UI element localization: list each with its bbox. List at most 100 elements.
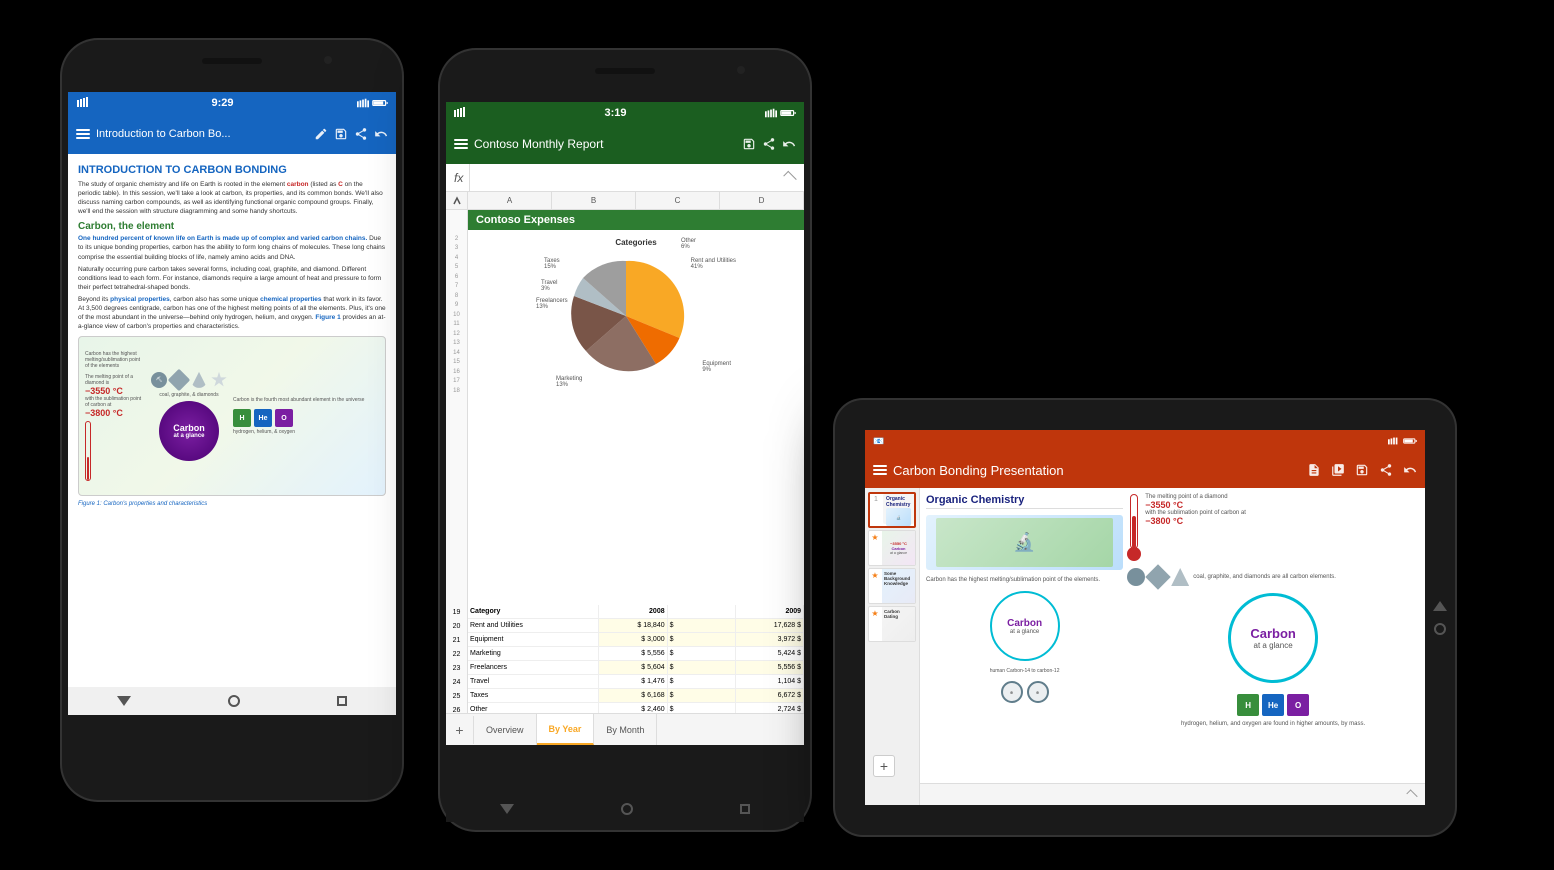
tab-by-month[interactable]: By Month bbox=[594, 714, 657, 745]
menu-icon-excel[interactable] bbox=[454, 139, 468, 149]
undo-icon-excel[interactable] bbox=[782, 137, 796, 151]
ppt-right-temp-section: The melting point of a diamond −3550 °C … bbox=[1127, 494, 1419, 561]
word-section1-para3: Beyond its physical properties, carbon a… bbox=[78, 295, 386, 331]
back-icon-excel[interactable] bbox=[500, 804, 514, 814]
ppt-temp2: −3800 °C bbox=[1145, 516, 1246, 526]
menu-icon[interactable] bbox=[76, 129, 90, 139]
undo-icon-ppt[interactable] bbox=[1403, 463, 1417, 477]
slide-thumb-4[interactable]: ★ Carbon Dating bbox=[868, 606, 916, 642]
slideshow-icon[interactable] bbox=[1331, 463, 1345, 477]
ppt-right-carbon-circle: Carbon at a glance bbox=[1127, 593, 1419, 683]
ppt-carbon-label: Carbon at a glance bbox=[1007, 618, 1042, 635]
status-bar-excel: 3:19 bbox=[446, 102, 804, 124]
graphite-icon bbox=[1145, 564, 1170, 589]
home-icon-excel[interactable] bbox=[621, 803, 633, 815]
freelancers-label: Freelancers13% bbox=[536, 298, 568, 310]
row-num-1 bbox=[446, 210, 468, 230]
excel-formula-bar: fx bbox=[446, 164, 804, 192]
ppt-carbon-text: Carbon bbox=[1007, 618, 1042, 629]
excel-row-24: 24 Travel $ 1,476 $ 1,104 $ bbox=[446, 675, 804, 689]
chart-title: Categories bbox=[536, 238, 736, 247]
ppt-temp1: −3550 °C bbox=[1145, 500, 1246, 510]
other-label: Other6% bbox=[681, 238, 696, 250]
taxes-label: Taxes15% bbox=[544, 258, 560, 270]
phone-word: 9:29 Introduction to Carbon Bo... bbox=[62, 40, 402, 800]
slide1-content: Organic Chemistry 🔬 bbox=[883, 494, 914, 524]
edit-icon[interactable] bbox=[314, 127, 328, 141]
recents-icon-excel[interactable] bbox=[740, 804, 750, 814]
ppt-temp-details: The melting point of a diamond −3550 °C … bbox=[1145, 494, 1246, 526]
row-num-header bbox=[446, 192, 468, 209]
excel-chart-row: 2 3 4 5 6 7 8 9 10 11 12 bbox=[446, 230, 804, 605]
status-left-excel bbox=[454, 107, 466, 119]
status-right-excel bbox=[765, 108, 796, 118]
element-o: O bbox=[275, 409, 293, 427]
ppt-slide-content: Organic Chemistry 🔬 Carbon has the highe… bbox=[920, 488, 1425, 783]
document-icon[interactable] bbox=[1307, 463, 1321, 477]
tab-by-year[interactable]: By Year bbox=[537, 714, 595, 745]
add-slide-button[interactable]: + bbox=[873, 755, 895, 777]
ppt-atom-diagrams: ⊕ ⊕ bbox=[926, 681, 1123, 703]
excel-row-20: 20 Rent and Utilities $ 18,840 $ 17,628 … bbox=[446, 619, 804, 633]
back-icon[interactable] bbox=[117, 696, 131, 706]
word-section1-title: Carbon, the element bbox=[78, 221, 386, 232]
ppt-element-footer: hydrogen, helium, and oxygen are found i… bbox=[1127, 721, 1419, 727]
share-icon[interactable] bbox=[354, 127, 368, 141]
save-icon[interactable] bbox=[334, 127, 348, 141]
excel-pie-chart-area: Categories Rent and Utilities41% Equipme… bbox=[468, 230, 804, 400]
status-bar-ppt: 📧 bbox=[865, 430, 1425, 452]
ppt-right-column: The melting point of a diamond −3550 °C … bbox=[1127, 494, 1419, 777]
ppt-left-column: Organic Chemistry 🔬 Carbon has the highe… bbox=[926, 494, 1123, 777]
undo-icon[interactable] bbox=[374, 127, 388, 141]
home-button-tablet[interactable] bbox=[1433, 601, 1447, 611]
slide-thumb-3[interactable]: ★ Some Background Knowledge bbox=[868, 568, 916, 604]
ppt-main-slide: Organic Chemistry 🔬 Carbon has the highe… bbox=[920, 488, 1425, 805]
share-icon-ppt[interactable] bbox=[1379, 463, 1393, 477]
ppt-screen: 📧 Carbon Bonding Presentation bbox=[865, 430, 1425, 805]
word-intro-para: The study of organic chemistry and life … bbox=[78, 180, 386, 216]
ppt-left-temp-text: Carbon has the highest melting/sublimati… bbox=[926, 577, 1123, 583]
word-figure-caption: Figure 1: Carbon's properties and charac… bbox=[78, 501, 386, 507]
slide-thumb-2[interactable]: ★ −3550 °C Carbon at a glance bbox=[868, 530, 916, 566]
save-icon-excel[interactable] bbox=[742, 137, 756, 151]
ppt-carbon-circle-container: Carbon at a glance bbox=[926, 591, 1123, 661]
ppt-carbon-subtext: at a glance bbox=[1007, 629, 1042, 635]
ppt-carbon-circle: Carbon at a glance bbox=[990, 591, 1060, 661]
add-sheet-button[interactable]: + bbox=[446, 716, 474, 744]
pie-chart-svg bbox=[566, 256, 686, 376]
excel-screen: 3:19 Contoso Monthly Report bbox=[446, 102, 804, 745]
tab-overview[interactable]: Overview bbox=[474, 714, 537, 745]
word-infographic: Carbon has the highest melting/sublimati… bbox=[78, 336, 386, 496]
phone-speaker-excel bbox=[595, 68, 655, 74]
row-numbers: 2 3 4 5 6 7 8 9 10 11 12 bbox=[446, 230, 468, 605]
rent-label: Rent and Utilities41% bbox=[691, 258, 736, 270]
phone-nav-bar bbox=[68, 687, 396, 715]
status-right-icons bbox=[357, 98, 388, 108]
status-bar-word: 9:29 bbox=[68, 92, 396, 114]
formula-input[interactable] bbox=[469, 164, 784, 191]
element-icons: H He O bbox=[233, 409, 364, 427]
save-icon-ppt[interactable] bbox=[1355, 463, 1369, 477]
col-c: C bbox=[636, 192, 720, 209]
back-button-tablet[interactable] bbox=[1434, 623, 1446, 635]
phone-camera-excel bbox=[737, 66, 745, 74]
el-he: He bbox=[1262, 694, 1284, 716]
formula-chevron[interactable] bbox=[783, 171, 796, 184]
ppt-thermometer bbox=[1127, 494, 1141, 561]
share-icon-excel[interactable] bbox=[762, 137, 776, 151]
excel-row-19: 19 Category 2008 2009 bbox=[446, 605, 804, 619]
chevron-up-ppt[interactable] bbox=[1406, 789, 1417, 800]
chemistry-image: 🔬 bbox=[926, 515, 1123, 570]
ppt-element-boxes: H He O bbox=[1127, 694, 1419, 716]
phone-camera bbox=[324, 56, 332, 64]
temp1: −3550 °C bbox=[85, 386, 145, 396]
coal-icon bbox=[1127, 568, 1145, 586]
word-doc-heading: INTRODUCTION TO CARBON BONDING bbox=[78, 164, 386, 176]
recents-icon[interactable] bbox=[337, 696, 347, 706]
status-time-excel: 3:19 bbox=[604, 107, 626, 119]
excel-data-container: Contoso Expenses 2 3 4 5 6 bbox=[446, 210, 804, 745]
home-icon[interactable] bbox=[228, 695, 240, 707]
excel-doc-title: Contoso Monthly Report bbox=[474, 137, 736, 151]
menu-icon-ppt[interactable] bbox=[873, 465, 887, 475]
slide-thumb-1[interactable]: 1 Organic Chemistry 🔬 bbox=[868, 492, 916, 528]
